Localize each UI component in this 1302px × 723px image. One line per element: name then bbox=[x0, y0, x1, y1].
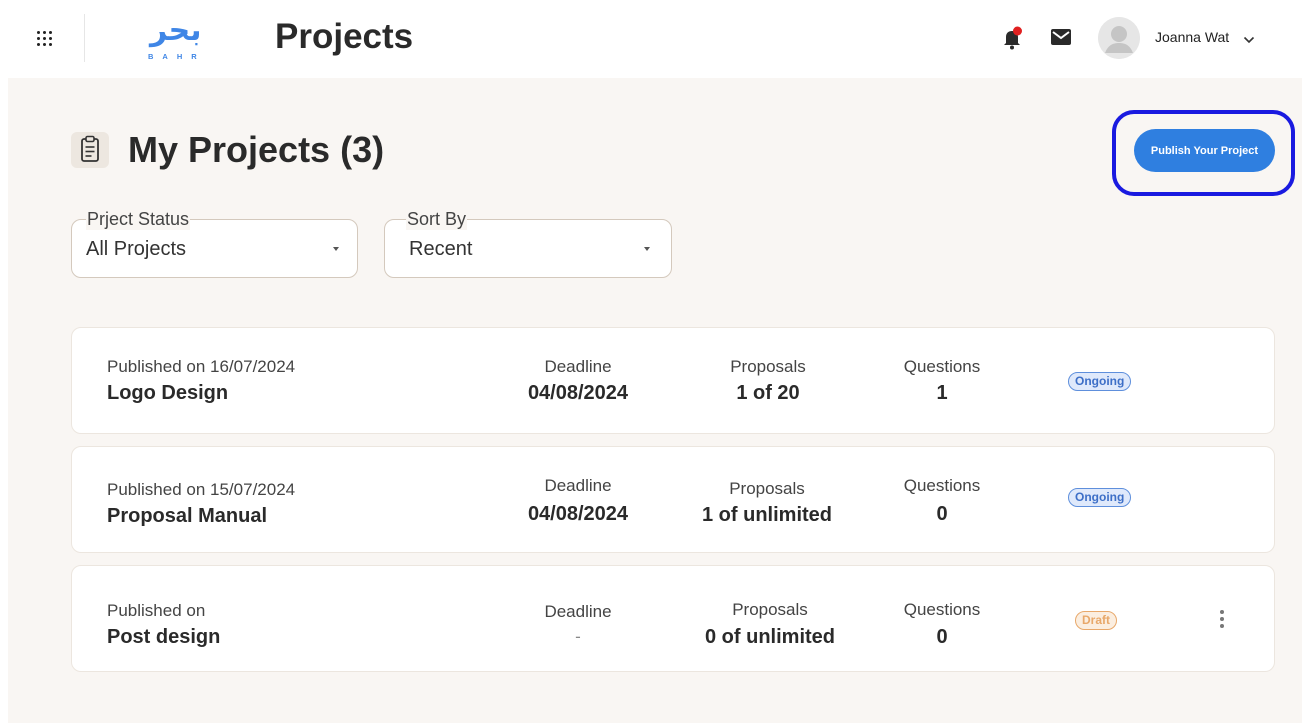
project-card[interactable]: Published on 16/07/2024 Logo Design Dead… bbox=[71, 327, 1275, 434]
proposals-value: 0 of unlimited bbox=[705, 626, 835, 648]
questions-label: Questions bbox=[903, 476, 981, 495]
deadline-value: 04/08/2024 bbox=[527, 382, 629, 404]
mail-icon[interactable] bbox=[1051, 29, 1071, 45]
questions-label: Questions bbox=[903, 600, 981, 619]
published-date: Published on bbox=[107, 601, 206, 620]
questions-value: 0 bbox=[936, 503, 948, 525]
section-title: My Projects (3) bbox=[128, 129, 385, 170]
notification-dot-icon bbox=[1013, 26, 1022, 36]
caret-down-icon bbox=[644, 247, 650, 251]
project-status-value: All Projects bbox=[86, 238, 187, 260]
questions-label: Questions bbox=[903, 357, 981, 376]
sort-by-select[interactable]: Sort By Recent bbox=[384, 208, 672, 278]
chevron-down-icon[interactable] bbox=[1243, 32, 1255, 44]
questions-value: 1 bbox=[936, 382, 948, 404]
page-title: Projects bbox=[275, 17, 414, 56]
proposals-label: Proposals bbox=[730, 357, 806, 376]
apps-grid-icon[interactable] bbox=[37, 31, 53, 47]
proposals-value: 1 of unlimited bbox=[702, 504, 832, 526]
project-name[interactable]: Logo Design bbox=[107, 381, 228, 405]
published-date: Published on 16/07/2024 bbox=[107, 357, 296, 376]
project-name[interactable]: Proposal Manual bbox=[107, 504, 267, 528]
logo-latin-text: BAHR bbox=[148, 52, 206, 61]
user-avatar-icon[interactable] bbox=[1098, 17, 1140, 59]
top-bar: بحر BAHR Projects Joanna Wat bbox=[0, 0, 1302, 78]
proposals-label: Proposals bbox=[732, 600, 808, 619]
header-divider bbox=[84, 14, 85, 62]
bell-icon[interactable] bbox=[1002, 26, 1024, 50]
sort-by-value: Recent bbox=[409, 238, 473, 260]
status-badge: Ongoing bbox=[1068, 488, 1132, 507]
logo-arabic-text: بحر bbox=[150, 13, 202, 48]
clipboard-icon bbox=[71, 132, 109, 168]
deadline-label: Deadline bbox=[544, 602, 612, 621]
project-name[interactable]: Post design bbox=[107, 625, 220, 649]
project-card[interactable]: Published on 15/07/2024 Proposal Manual … bbox=[71, 446, 1275, 553]
status-badge: Ongoing bbox=[1068, 372, 1132, 391]
more-options-icon[interactable] bbox=[1219, 610, 1225, 630]
questions-value: 0 bbox=[936, 626, 948, 648]
project-status-legend: Prject Status bbox=[86, 208, 191, 230]
publish-project-button[interactable]: Publish Your Project bbox=[1134, 129, 1275, 172]
published-date: Published on 15/07/2024 bbox=[107, 480, 296, 499]
project-status-select[interactable]: Prject Status All Projects bbox=[71, 208, 358, 278]
sort-by-legend: Sort By bbox=[406, 208, 468, 230]
deadline-label: Deadline bbox=[544, 476, 612, 495]
proposals-value: 1 of 20 bbox=[736, 382, 800, 404]
user-name[interactable]: Joanna Wat bbox=[1155, 29, 1229, 45]
deadline-value: 04/08/2024 bbox=[527, 503, 629, 525]
deadline-value: - bbox=[575, 627, 581, 646]
status-badge: Draft bbox=[1075, 611, 1118, 630]
proposals-label: Proposals bbox=[729, 479, 805, 498]
project-card[interactable]: Published on Post design Deadline - Prop… bbox=[71, 565, 1275, 672]
caret-down-icon bbox=[333, 247, 339, 251]
deadline-label: Deadline bbox=[544, 357, 612, 376]
bahr-logo[interactable]: بحر BAHR bbox=[146, 13, 216, 65]
